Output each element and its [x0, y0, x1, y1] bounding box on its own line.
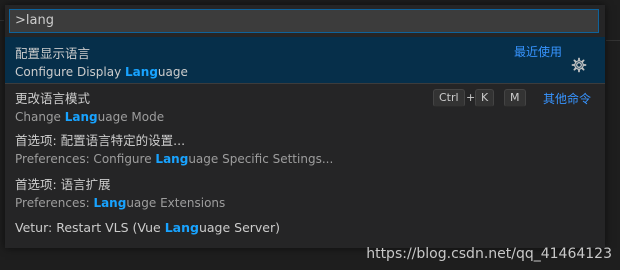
keybinding-m: M	[504, 89, 526, 107]
watermark: https://blog.csdn.net/qq_41464123	[366, 246, 612, 262]
command-item-label-en: Preferences: Configure Language Specific…	[15, 152, 334, 166]
gear-icon[interactable]	[571, 57, 587, 73]
command-item-configure-display-language[interactable]: 配置显示语言 Configure Display Language 最近使用	[5, 37, 605, 83]
command-item-label-cn: 首选项: 语言扩展	[15, 177, 111, 192]
keybinding-k: K	[475, 89, 495, 107]
recently-used-label: 最近使用	[513, 45, 562, 59]
command-item-label-cn: 首选项: 配置语言特定的设置...	[15, 133, 186, 148]
command-item-label-en: Change Language Mode	[15, 110, 165, 124]
editor-line	[606, 40, 620, 41]
command-palette: >lang 配置显示语言 Configure Display Language …	[5, 5, 605, 248]
command-item-change-language-mode[interactable]: 更改语言模式 Change Language Mode Ctrl + K M 其…	[5, 84, 605, 126]
command-item-label-en: Preferences: Language Extensions	[15, 196, 226, 210]
command-item-label-en: Vetur: Restart VLS (Vue Language Server)	[15, 220, 281, 235]
command-item-label-en: Configure Display Language	[15, 65, 188, 79]
command-item-vetur-restart-vls[interactable]: Vetur: Restart VLS (Vue Language Server)	[5, 217, 605, 241]
keybinding-ctrl: Ctrl	[433, 89, 465, 107]
command-item-language-extensions[interactable]: 首选项: 语言扩展 Preferences: Language Extensio…	[5, 168, 605, 212]
keybinding-plus: +	[466, 91, 476, 104]
command-item-configure-language-settings[interactable]: 首选项: 配置语言特定的设置... Preferences: Configure…	[5, 126, 605, 168]
other-commands-label: 其他命令	[542, 92, 591, 106]
editor-line	[0, 20, 4, 21]
command-input[interactable]: >lang	[9, 9, 599, 33]
